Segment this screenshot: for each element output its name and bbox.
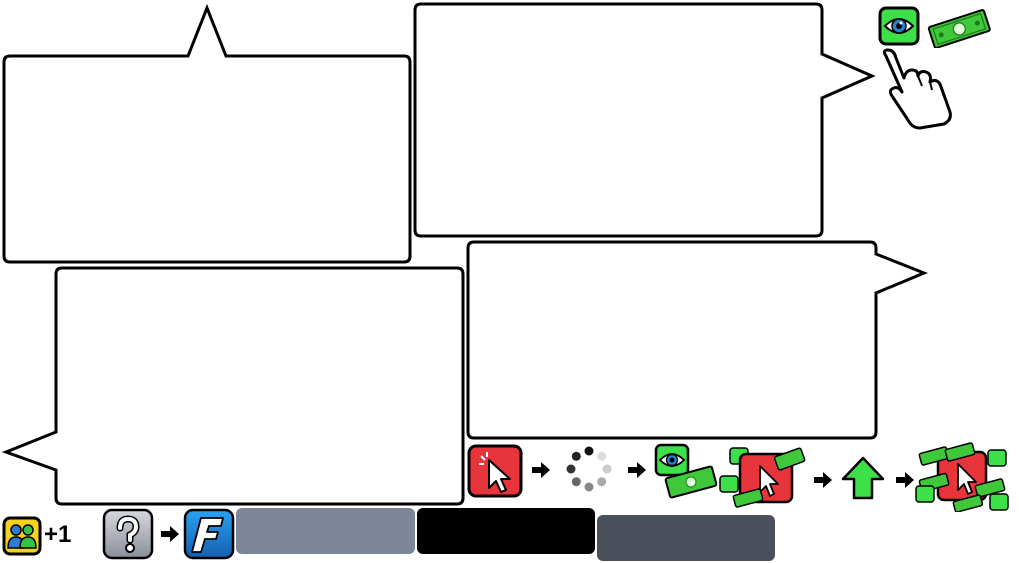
users-bonus-count: +1 [44,521,72,548]
money-bill-icon [664,464,718,500]
black-bar [417,508,595,554]
gray-bar [236,508,415,554]
speech-bubble-bottom-left [1,266,465,506]
cursor-click-icon [467,444,523,498]
loading-spinner-icon [564,444,614,494]
eye-icon [878,6,920,46]
arrow-right-icon [530,460,552,480]
dark-gray-bar [597,515,775,561]
green-up-arrow-icon [840,455,886,501]
arrow-right-icon [626,460,648,480]
speech-bubble-top-left [2,3,412,264]
big-reward-icon [914,442,1010,512]
speech-bubble-top-right [413,2,876,238]
arrow-right-icon [894,470,916,490]
arrow-right-icon [159,524,181,544]
arrow-right-icon [812,470,834,490]
pointing-hand-icon [874,46,958,130]
question-mark-icon [102,508,154,560]
click-reward-icon [718,446,806,508]
speech-bubble-bottom-right [466,240,928,440]
users-icon [2,516,42,556]
f-logo-icon [183,508,235,560]
money-bill-icon [926,8,992,48]
